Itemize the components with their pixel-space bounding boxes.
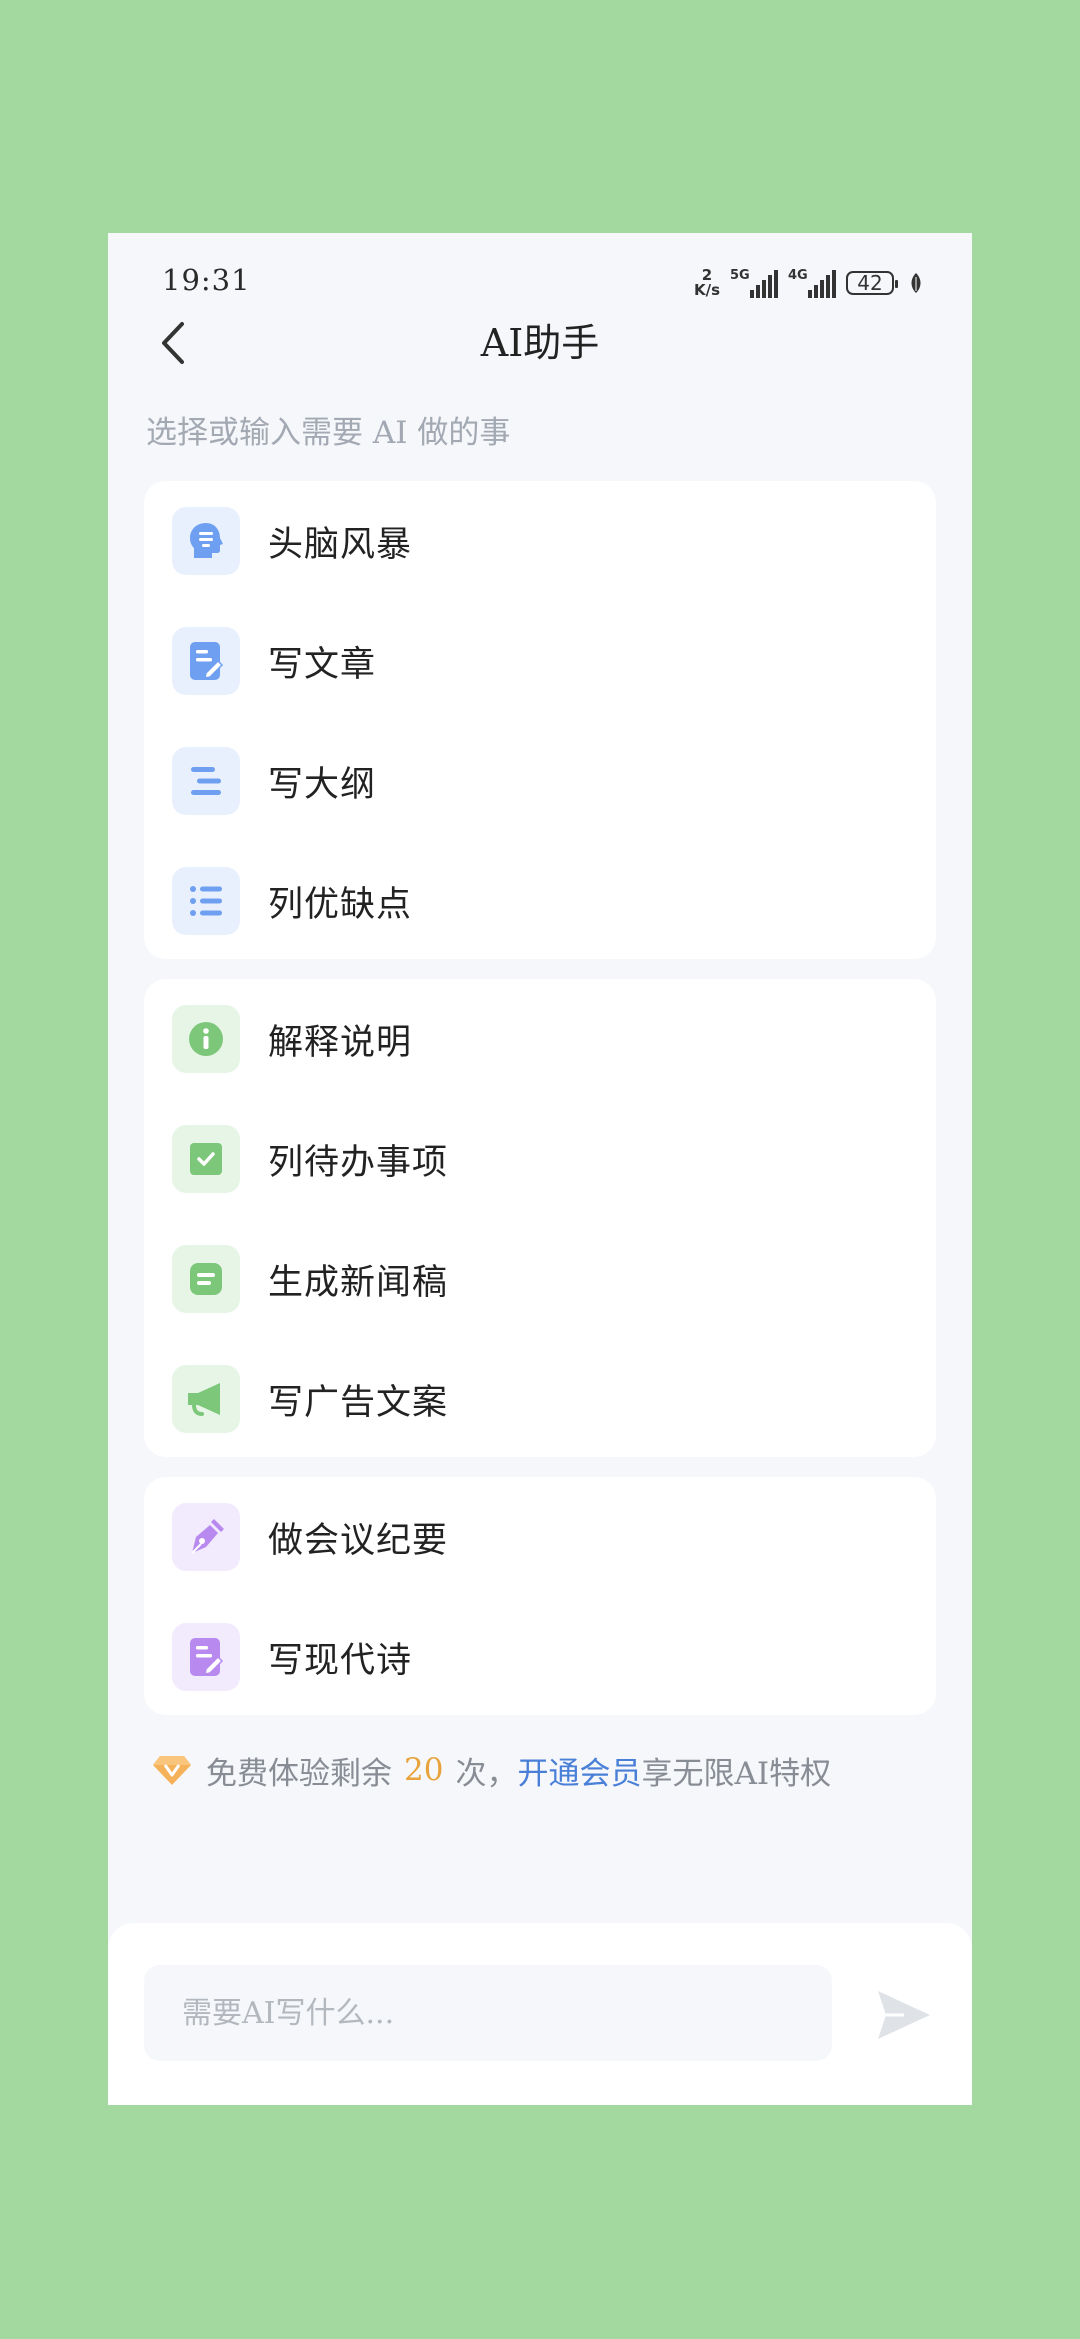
task-item-label: 列优缺点 <box>268 884 413 925</box>
remaining-count: 20 <box>404 1752 444 1788</box>
page-title: AI助手 <box>480 321 600 365</box>
vip-diamond-icon <box>153 1756 191 1785</box>
task-item-label: 头脑风暴 <box>268 524 413 565</box>
promo-suffix: 次， <box>455 1755 518 1792</box>
checkbox-icon <box>172 1125 240 1193</box>
battery-icon: 42 <box>846 271 898 295</box>
bullet-list-icon <box>172 867 240 935</box>
status-time: 19:31 <box>162 263 251 297</box>
sim2-tag: 4G <box>788 268 808 283</box>
task-item-outline[interactable]: 写大纲 <box>144 721 936 841</box>
pen-nib-icon <box>172 1503 240 1571</box>
task-item-press-release[interactable]: 生成新闻稿 <box>144 1219 936 1339</box>
write-article-icon <box>172 627 240 695</box>
megaphone-icon <box>172 1365 240 1433</box>
status-icons: 2 K/s 5G 4G 42 <box>694 261 922 305</box>
promo-tail: 享无限AI特权 <box>641 1755 832 1792</box>
task-item-label: 做会议纪要 <box>268 1520 449 1561</box>
task-item-write-article[interactable]: 写文章 <box>144 601 936 721</box>
task-item-meeting-minutes[interactable]: 做会议纪要 <box>144 1477 936 1597</box>
signal-5g-icon: 5G <box>730 268 778 298</box>
task-item-modern-poem[interactable]: 写现代诗 <box>144 1597 936 1717</box>
open-membership-link[interactable]: 开通会员 <box>517 1748 641 1793</box>
task-item-brainstorm[interactable]: 头脑风暴 <box>144 481 936 601</box>
send-icon[interactable] <box>874 1987 934 2043</box>
task-item-label: 生成新闻稿 <box>268 1262 449 1303</box>
task-item-ad-copy[interactable]: 写广告文案 <box>144 1339 936 1459</box>
back-button[interactable] <box>148 313 198 373</box>
brain-head-icon <box>172 507 240 575</box>
leaf-icon <box>911 273 921 293</box>
promo-prefix: 免费体验剩余 <box>206 1755 392 1792</box>
task-group-1: 头脑风暴 写文章 写大纲 列优缺点 <box>144 481 936 959</box>
task-group-2: 解释说明 列待办事项 生成新闻稿 写广告文案 <box>144 979 936 1457</box>
input-bar <box>108 1923 972 2105</box>
task-item-label: 写广告文案 <box>268 1382 449 1423</box>
network-speed-unit: K/s <box>693 281 720 299</box>
chevron-left-icon <box>162 322 184 364</box>
task-item-explain[interactable]: 解释说明 <box>144 979 936 1099</box>
outline-icon <box>172 747 240 815</box>
sim1-tag: 5G <box>730 268 750 283</box>
info-icon <box>172 1005 240 1073</box>
task-group-3: 做会议纪要 写现代诗 <box>144 1477 936 1715</box>
subtitle: 选择或输入需要 AI 做的事 <box>146 415 511 451</box>
network-speed: 2 K/s <box>694 268 720 298</box>
news-doc-icon <box>172 1245 240 1313</box>
poem-doc-icon <box>172 1623 240 1691</box>
task-item-label: 写现代诗 <box>268 1640 413 1681</box>
battery-level: 42 <box>857 271 883 295</box>
signal-4g-icon: 4G <box>788 268 836 298</box>
task-item-label: 列待办事项 <box>268 1142 449 1183</box>
task-item-label: 写大纲 <box>268 764 377 805</box>
free-trial-promo: 免费体验剩余 20 次， 开通会员 享无限AI特权 <box>152 1745 831 1795</box>
task-item-label: 解释说明 <box>268 1022 413 1063</box>
task-item-label: 写文章 <box>268 644 377 685</box>
task-item-todo[interactable]: 列待办事项 <box>144 1099 936 1219</box>
ask-ai-input[interactable] <box>144 1965 832 2061</box>
phone-screen: 19:31 2 K/s 5G 4G 42 AI助手 选择或输入需要 AI 做的事… <box>108 233 972 2105</box>
task-item-pros-cons[interactable]: 列优缺点 <box>144 841 936 961</box>
status-bar: 19:31 2 K/s 5G 4G 42 <box>108 261 972 311</box>
